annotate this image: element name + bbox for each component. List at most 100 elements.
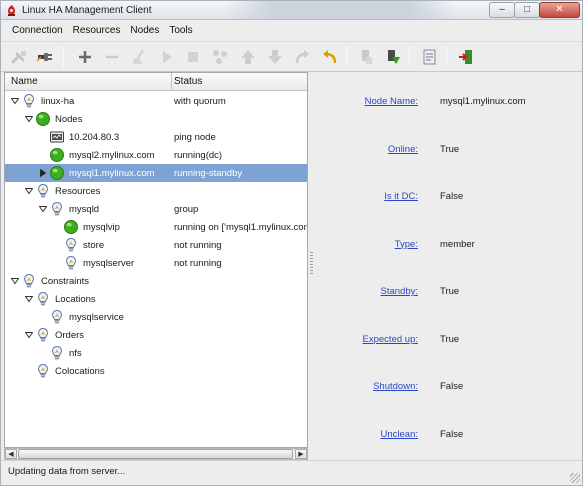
pane-splitter[interactable] (308, 72, 315, 459)
log-button[interactable] (419, 46, 441, 68)
scroll-left-button[interactable]: ◀ (5, 449, 17, 459)
add-button[interactable] (74, 46, 96, 68)
bulb-icon (23, 93, 35, 108)
connect-button[interactable] (34, 46, 56, 68)
node-standby-button[interactable] (356, 46, 378, 68)
remove-button[interactable] (101, 46, 123, 68)
close-button[interactable]: ✕ (539, 2, 580, 18)
tree-row[interactable]: Orders (5, 326, 307, 344)
tree-row-name: 10.204.80.3 (69, 132, 120, 143)
cluster-tree-pane: Name Status linux-ha with quorum Nodes 10.2… (4, 72, 308, 448)
exit-button[interactable] (455, 46, 477, 68)
column-header-status[interactable]: Status (174, 76, 202, 87)
undo-icon (323, 50, 337, 64)
tree-row-name: Nodes (55, 114, 83, 125)
window-controls: – □ ✕ (489, 2, 580, 18)
tree-expand-icon[interactable] (39, 169, 47, 177)
menu-nodes[interactable]: Nodes (125, 25, 164, 36)
bulb-icon (23, 273, 35, 288)
tree-collapse-icon[interactable] (11, 97, 19, 105)
tree-row-status: group (174, 204, 199, 215)
tree-row[interactable]: Nodes (5, 110, 307, 128)
tree-row-name: Colocations (55, 366, 105, 377)
tree-row[interactable]: Constraints (5, 272, 307, 290)
redo-button[interactable] (291, 46, 313, 68)
property-value: True (440, 333, 460, 345)
tree-row[interactable]: mysqlvip running on ['mysql1.mylinux.com'… (5, 218, 307, 236)
minimize-button[interactable]: – (489, 2, 515, 18)
disconnect-icon (11, 51, 26, 64)
bulb-icon (65, 237, 77, 252)
green-dot-icon (36, 112, 50, 126)
tree-header: Name Status (5, 73, 307, 91)
menu-tools[interactable]: Tools (164, 25, 197, 36)
tree-row[interactable]: Colocations (5, 362, 307, 380)
tree-row[interactable]: 10.204.80.3 ping node (5, 128, 307, 146)
tree-row-name: mysql2.mylinux.com (69, 150, 155, 161)
green-dot-icon (50, 166, 64, 180)
tree-row[interactable]: Locations (5, 290, 307, 308)
property-label[interactable]: Expected up: (315, 334, 418, 345)
undo-button[interactable] (319, 46, 341, 68)
tree-collapse-icon[interactable] (11, 277, 19, 285)
property-value: False (440, 428, 464, 440)
tree-row-name: mysqlvip (83, 222, 120, 233)
up-icon (241, 50, 255, 64)
toolbar-separator (346, 47, 347, 67)
tree-row[interactable]: mysql2.mylinux.com running(dc) (5, 146, 307, 164)
property-label[interactable]: Node Name: (315, 96, 418, 107)
tree-collapse-icon[interactable] (39, 205, 47, 213)
tree-row-status: running-standby (174, 168, 243, 179)
disconnect-button[interactable] (9, 46, 31, 68)
ping-node-icon (50, 131, 64, 143)
property-label[interactable]: Type: (315, 239, 418, 250)
property-label[interactable]: Unclean: (315, 429, 419, 440)
property-label[interactable]: Shutdown: (315, 381, 418, 392)
splitter-grip-icon[interactable] (310, 252, 313, 274)
scrollbar-thumb[interactable] (18, 449, 293, 459)
tree-collapse-icon[interactable] (25, 295, 33, 303)
menu-resources[interactable]: Resources (68, 25, 126, 36)
move-up-button[interactable] (237, 46, 259, 68)
tree-collapse-icon[interactable] (25, 331, 33, 339)
scroll-right-button[interactable]: ▶ (295, 449, 307, 459)
tree-row[interactable]: mysqlserver not running (5, 254, 307, 272)
tree-row[interactable]: store not running (5, 236, 307, 254)
node-active-button[interactable] (382, 46, 404, 68)
property-label[interactable]: Is it DC: (315, 191, 418, 202)
horizontal-scrollbar[interactable]: ◀ ▶ (4, 448, 308, 460)
bulb-icon (51, 345, 63, 360)
minimize-icon: – (499, 4, 505, 15)
column-header-name[interactable]: Name (11, 76, 38, 87)
tree-row[interactable]: mysql1.mylinux.com running-standby (5, 164, 307, 182)
column-divider[interactable] (171, 73, 172, 91)
tree-row-name: mysql1.mylinux.com (69, 168, 155, 179)
title-bar-blurred-area (226, 1, 456, 19)
title-bar[interactable]: Linux HA Management Client – □ ✕ (1, 1, 582, 20)
remove-icon (106, 55, 118, 59)
property-label[interactable]: Standby: (315, 286, 419, 297)
tree-row[interactable]: nfs (5, 344, 307, 362)
bulb-icon (51, 201, 63, 216)
tree-row[interactable]: linux-ha with quorum (5, 92, 307, 110)
tree-row-name: mysqlserver (83, 258, 135, 269)
tree-row[interactable]: mysqld group (5, 200, 307, 218)
tree-row[interactable]: Resources (5, 182, 307, 200)
cluster-button[interactable] (209, 46, 231, 68)
maximize-button[interactable]: □ (514, 2, 540, 18)
stop-button[interactable] (182, 46, 204, 68)
app-logo-icon (7, 5, 16, 16)
start-button[interactable] (156, 46, 178, 68)
tree-collapse-icon[interactable] (25, 187, 33, 195)
app-window: Linux HA Management Client – □ ✕ Connect… (0, 0, 583, 486)
tree-row-status: not running (174, 240, 222, 251)
bulb-icon (51, 309, 63, 324)
cleanup-button[interactable] (128, 46, 150, 68)
tree-row[interactable]: mysqlservice (5, 308, 307, 326)
property-label[interactable]: Online: (315, 144, 418, 155)
tree-collapse-icon[interactable] (25, 115, 33, 123)
tree-row-name: store (83, 240, 105, 251)
menu-connection[interactable]: Connection (7, 25, 68, 36)
move-down-button[interactable] (264, 46, 286, 68)
resize-grip-icon[interactable] (570, 473, 580, 483)
